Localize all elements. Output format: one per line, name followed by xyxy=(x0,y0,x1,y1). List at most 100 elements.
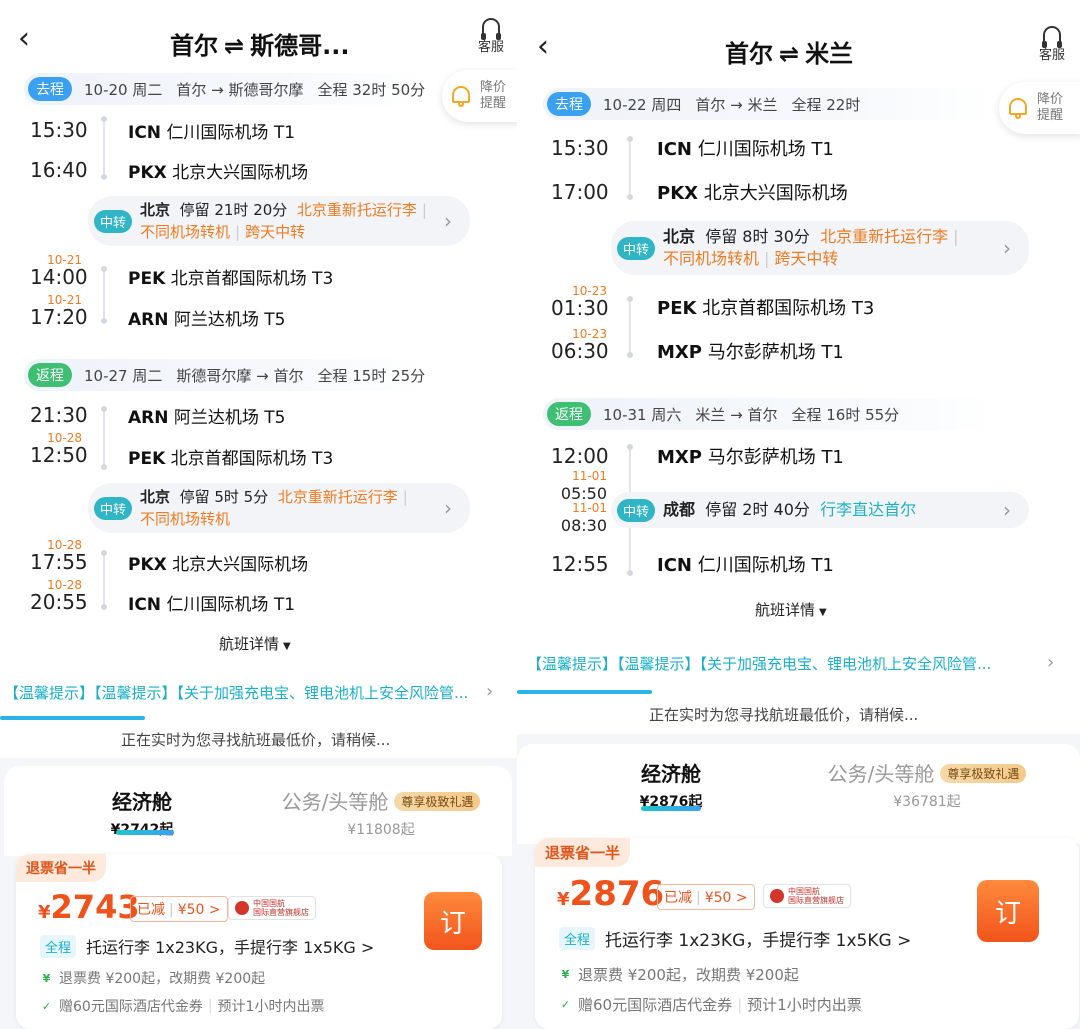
airport-row: ARN 阿兰达机场 T5 xyxy=(128,303,286,331)
back-button[interactable]: ‹ xyxy=(18,24,30,54)
notice-banner[interactable]: 【温馨提示】【温馨提示】【关于加强充电宝、锂电池机上安全风险管... xyxy=(4,682,474,703)
vip-badge: 尊享极致礼遇 xyxy=(394,792,481,811)
airport-code: PEK xyxy=(128,448,166,469)
flight-details-label: 航班详情 xyxy=(755,601,816,619)
transfer-stay: 停留 5时 5分 xyxy=(179,488,269,506)
airport-row: PKX 北京大兴国际机场 xyxy=(128,156,308,184)
inbound-date: 10-31 周六 xyxy=(603,405,682,424)
baggage-text: 托运行李 1x23KG，手提行李 1x5KG > xyxy=(86,938,375,957)
transfer-stay: 停留 2时 40分 xyxy=(705,500,810,519)
tab-economy[interactable]: 经济舱 ¥2876起 xyxy=(613,758,729,811)
flight-row: 21:30 xyxy=(30,401,88,429)
book-button[interactable]: 订 xyxy=(424,892,482,950)
outbound-route: 首尔 → 米兰 xyxy=(695,95,778,114)
flight-row: 12:50 xyxy=(30,441,88,469)
discount-value: ¥50 > xyxy=(704,890,748,906)
air-china-logo xyxy=(235,901,249,915)
inbound-total: 全程 16时 55分 xyxy=(791,405,900,424)
flight-row: 14:00 xyxy=(30,263,88,291)
flight-time: 12:55 xyxy=(551,552,609,576)
chevron-right-icon: › xyxy=(444,209,452,233)
transfer-note: 跨天中转 xyxy=(774,249,839,268)
airport-name: 北京大兴国际机场 xyxy=(703,183,848,204)
bell-icon xyxy=(1007,96,1029,120)
check-icon: ✓ xyxy=(560,998,571,1011)
title-from: 首尔 xyxy=(170,32,218,60)
chevron-right-icon[interactable]: › xyxy=(1047,652,1054,673)
transfer-info[interactable]: 中转 北京 停留 5时 5分 北京重新托运行李 | 不同机场转机 › xyxy=(88,483,470,533)
transfer-info[interactable]: 中转 北京 停留 21时 20分 北京重新托运行李 | 不同机场转机 | 跨天中转 › xyxy=(88,196,470,246)
currency-symbol: ¥ xyxy=(557,889,570,910)
swap-icon[interactable]: ⇌ xyxy=(779,40,799,68)
airport-code: PKX xyxy=(657,183,699,204)
chevron-right-icon[interactable]: › xyxy=(486,681,493,702)
flight-time: 17:20 xyxy=(30,305,88,329)
fare-offer-card[interactable]: 退票省一半 ¥2876 已减 | ¥50 > 中国国航 国际直营旗舰店 订 全程 托运行… xyxy=(535,838,1079,1029)
discount-chip[interactable]: 已减 | ¥50 > xyxy=(130,896,228,922)
yen-icon: ¥ xyxy=(42,971,51,985)
discount-chip[interactable]: 已减 | ¥50 > xyxy=(657,884,755,910)
cabin-tabs: 经济舱 ¥2742起 公务/头等舱尊享极致礼遇 ¥11808起 xyxy=(4,766,512,856)
fare-section: 经济舱 ¥2876起 公务/头等舱 尊享极致礼遇 ¥36781起 退票省一半 ¥2… xyxy=(517,734,1080,1029)
chevron-right-icon: › xyxy=(444,496,452,520)
title-to: 斯德哥... xyxy=(250,32,350,60)
coupon-text: 赠60元国际酒店代金券 xyxy=(578,996,733,1014)
vip-badge: 尊享极致礼遇 xyxy=(940,764,1027,783)
cabin-price: ¥2742起 xyxy=(84,819,200,839)
book-button[interactable]: 订 xyxy=(977,880,1039,942)
headset-icon xyxy=(481,18,501,40)
tab-business-first[interactable]: 公务/头等舱 尊享极致礼遇 ¥36781起 xyxy=(807,758,1047,811)
airport-row: PEK 北京首都国际机场 T3 xyxy=(657,293,874,321)
yen-icon: ¥ xyxy=(561,968,570,981)
airport-code: PKX xyxy=(128,554,167,575)
swap-icon[interactable]: ⇌ xyxy=(224,32,244,60)
airport-row: MXP 马尔彭萨机场 T1 xyxy=(657,337,844,365)
ticketing-text: 预计1小时内出票 xyxy=(747,996,862,1014)
flight-time: 15:30 xyxy=(551,136,609,160)
baggage-text: 托运行李 1x23KG，手提行李 1x5KG > xyxy=(605,931,912,951)
flight-details-toggle[interactable]: 航班详情 ▼ xyxy=(219,633,291,654)
inbound-total: 全程 15时 25分 xyxy=(317,366,426,385)
airport-row: ICN 仁川国际机场 T1 xyxy=(657,550,834,578)
inbound-route: 斯德哥尔摩 → 首尔 xyxy=(176,366,304,385)
searching-status: 正在实时为您寻找航班最低价，请稍候... xyxy=(121,731,391,749)
cabin-price: ¥36781起 xyxy=(893,794,961,810)
flight-time: 20:55 xyxy=(30,590,88,614)
transfer-stay: 停留 8时 30分 xyxy=(705,227,810,246)
transfer-note: 不同机场转机 xyxy=(140,223,231,241)
flight-time: 14:00 xyxy=(30,265,88,289)
customer-service-button[interactable]: 客服 xyxy=(1039,26,1065,63)
flight-time: 17:00 xyxy=(551,180,609,204)
baggage-info[interactable]: 全程 托运行李 1x23KG，手提行李 1x5KG > xyxy=(40,934,374,958)
airport-code: PEK xyxy=(128,268,166,289)
airport-name: 北京大兴国际机场 xyxy=(172,554,309,575)
page-title: 首尔 ⇌ 斯德哥... xyxy=(170,26,349,61)
outbound-date: 10-20 周二 xyxy=(84,80,163,99)
flight-row: 17:55 xyxy=(30,548,88,576)
inbound-date: 10-27 周二 xyxy=(84,366,163,385)
cabin-name: 公务/头等舱 xyxy=(827,762,935,786)
airport-row: PKX 北京大兴国际机场 xyxy=(657,178,848,206)
back-button[interactable]: ‹ xyxy=(537,32,549,62)
outbound-total: 全程 22时 xyxy=(791,95,861,114)
flight-time: 17:55 xyxy=(30,550,88,574)
transfer-info[interactable]: 中转 成都 停留 2时 40分 行李直达首尔 › xyxy=(611,492,1029,528)
check-icon: ✓ xyxy=(41,999,52,1013)
ticketing-text: 预计1小时内出票 xyxy=(217,999,325,1015)
airport-row: PEK 北京首都国际机场 T3 xyxy=(128,262,333,290)
price-alert-button[interactable]: 降价提醒 xyxy=(442,70,517,122)
baggage-info[interactable]: 全程 托运行李 1x23KG，手提行李 1x5KG > xyxy=(559,926,911,951)
fare-offer-card[interactable]: 退票省一半 ¥2743 已减 | ¥50 > 中国国航 国际直营旗舰店 订 全程 托运行… xyxy=(16,854,502,1029)
airport-row: ICN 仁川国际机场 T1 xyxy=(128,116,295,144)
fee-info: ¥ 退票费 ¥200起，改期费 ¥200起 xyxy=(40,968,266,988)
outbound-total: 全程 32时 50分 xyxy=(317,80,426,99)
cabin-price: ¥11808起 xyxy=(347,822,415,838)
notice-banner[interactable]: 【温馨提示】【温馨提示】【关于加强充电宝、锂电池机上安全风险管... xyxy=(527,653,1037,674)
price-alert-button[interactable]: 降价提醒 xyxy=(999,82,1080,134)
outbound-date: 10-22 周四 xyxy=(603,95,682,114)
tab-business-first[interactable]: 公务/头等舱 尊享极致礼遇 ¥11808起 xyxy=(266,786,496,839)
customer-service-button[interactable]: 客服 xyxy=(478,18,504,55)
fare-amount: 2743 xyxy=(50,888,140,926)
transfer-info[interactable]: 中转 北京 停留 8时 30分 北京重新托运行李 | 不同机场转机 | 跨天中转 › xyxy=(611,221,1029,275)
flight-details-toggle[interactable]: 航班详情 ▼ xyxy=(755,599,827,620)
